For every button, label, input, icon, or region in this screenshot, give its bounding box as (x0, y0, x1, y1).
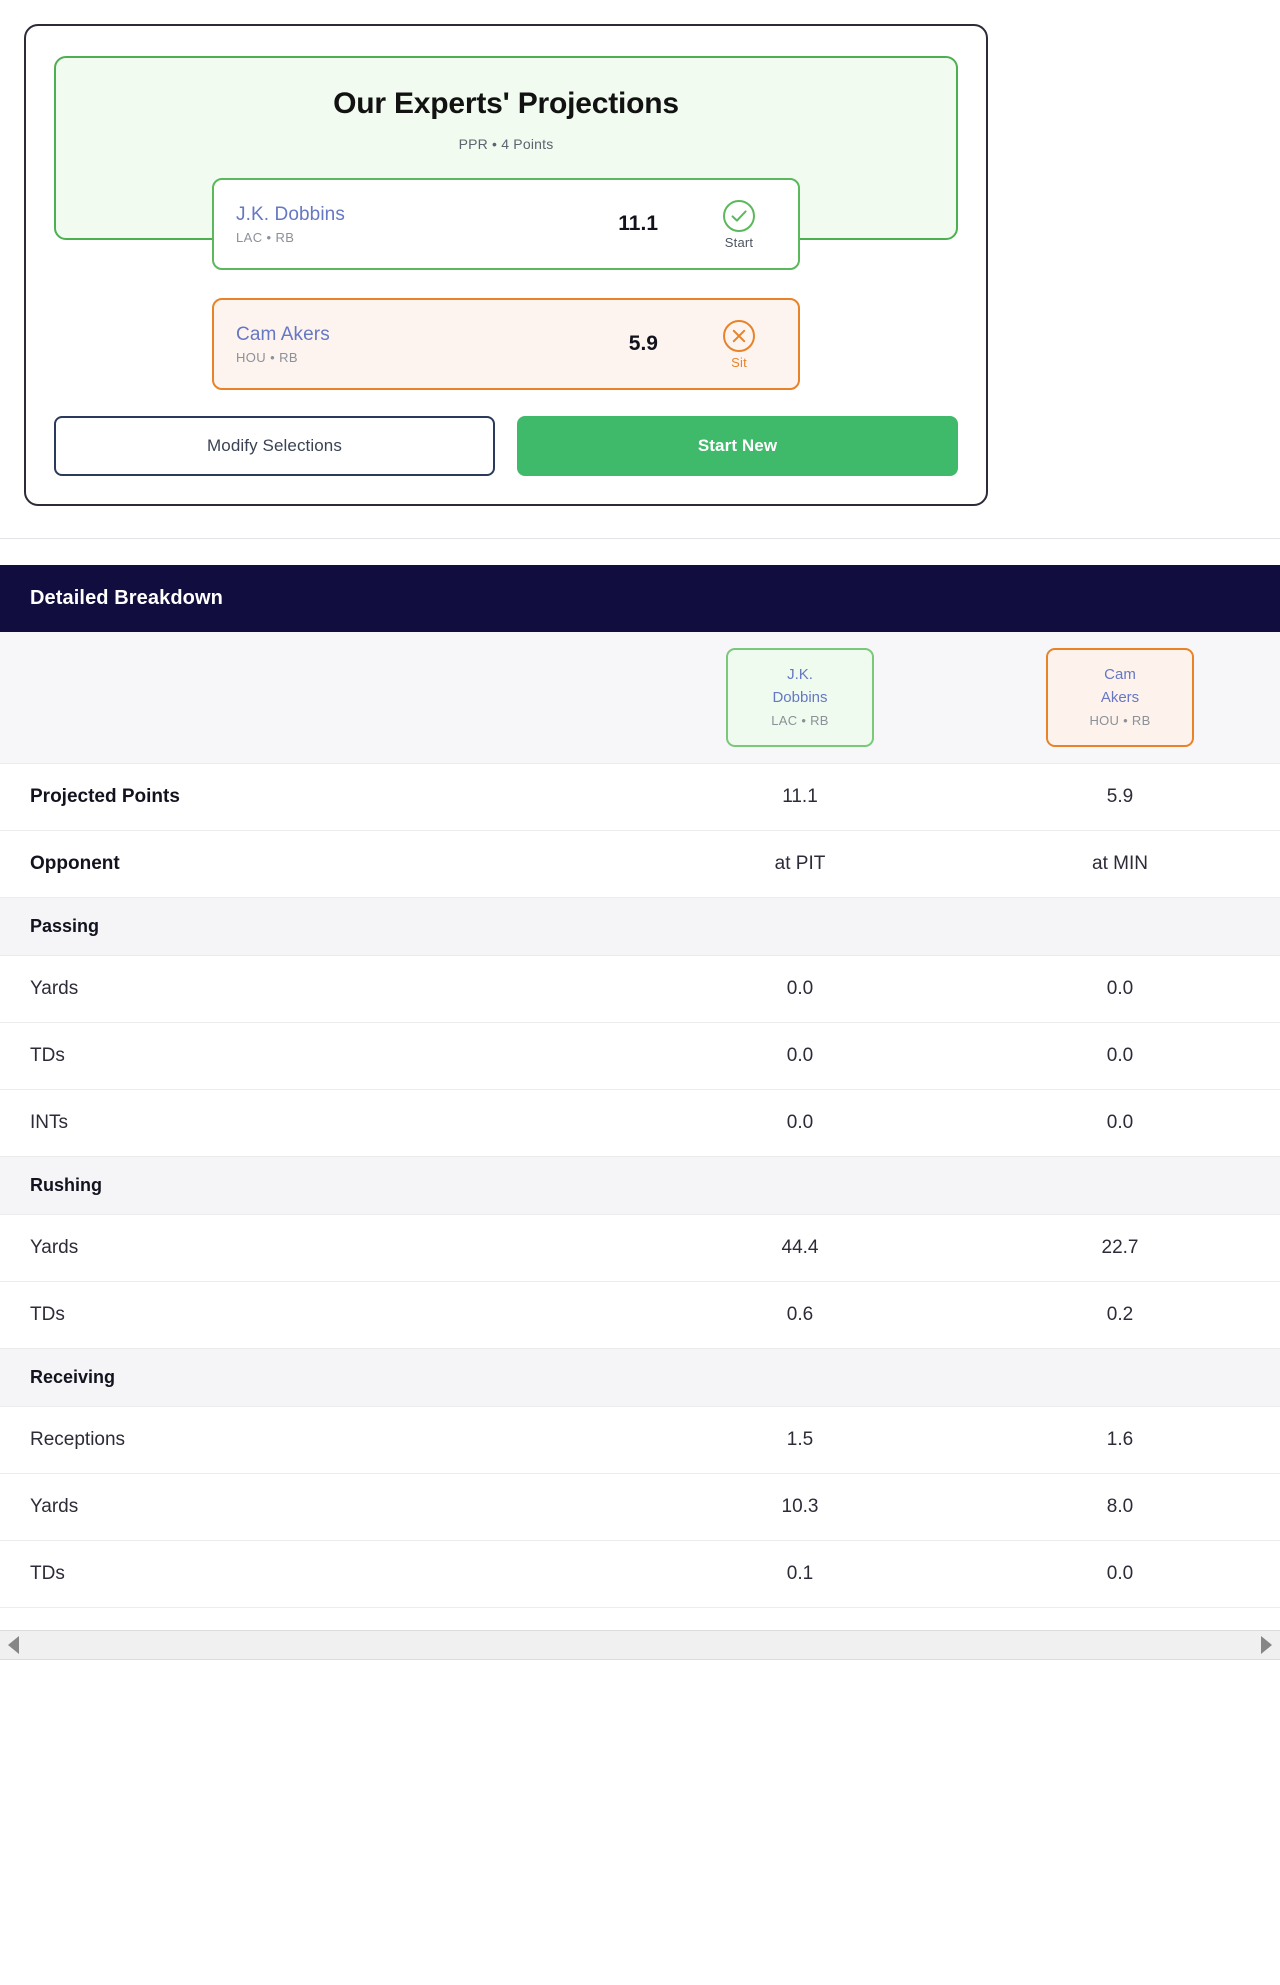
player-column-chip[interactable]: J.K.DobbinsLAC • RB (726, 648, 874, 747)
triangle-right-icon[interactable] (1261, 1636, 1272, 1654)
breakdown-stat-row: Yards0.00.0 (0, 955, 1280, 1022)
stat-value: 0.0 (960, 955, 1280, 1022)
breakdown-stat-row: TDs0.00.0 (0, 1022, 1280, 1089)
spacer (0, 506, 1280, 538)
chip-name-line: Akers (1054, 687, 1186, 710)
chip-team-position: HOU • RB (1054, 711, 1186, 731)
stat-value: 1.5 (640, 1406, 960, 1473)
stat-label: Opponent (0, 830, 640, 897)
spacer (0, 539, 1280, 565)
verdict-label: Start (702, 235, 776, 250)
player-name: Cam Akers (236, 323, 629, 347)
chip-team-position: LAC • RB (734, 711, 866, 731)
breakdown-stat-row: Yards10.38.0 (0, 1473, 1280, 1540)
breakdown-section-label: Receiving (0, 1348, 1280, 1406)
modify-selections-button[interactable]: Modify Selections (54, 416, 495, 476)
breakdown-table: J.K.DobbinsLAC • RB CamAkersHOU • RB Proje… (0, 632, 1280, 1608)
stat-value: at PIT (640, 830, 960, 897)
stat-value: 0.6 (640, 1281, 960, 1348)
player-info: Cam Akers HOU • RB (236, 323, 629, 366)
stat-label: TDs (0, 1540, 640, 1607)
stat-value: 0.0 (640, 955, 960, 1022)
stat-value: 0.1 (640, 1540, 960, 1607)
stat-value: 0.0 (960, 1022, 1280, 1089)
breakdown-table-body: J.K.DobbinsLAC • RB CamAkersHOU • RB Proje… (0, 632, 1280, 1607)
player-team-position: HOU • RB (236, 350, 629, 365)
breakdown-stat-row: INTs0.00.0 (0, 1089, 1280, 1156)
breakdown-stat-row: TDs0.10.0 (0, 1540, 1280, 1607)
player-projected-score: 5.9 (629, 332, 658, 356)
stat-label: Yards (0, 1214, 640, 1281)
breakdown-column-header: J.K.DobbinsLAC • RB (640, 632, 960, 763)
breakdown-column-header-row: J.K.DobbinsLAC • RB CamAkersHOU • RB (0, 632, 1280, 763)
stat-label: Yards (0, 1473, 640, 1540)
player-card-sit[interactable]: Cam Akers HOU • RB 5.9 Sit (212, 298, 800, 390)
stat-value: at MIN (960, 830, 1280, 897)
stat-value: 5.9 (960, 763, 1280, 830)
player-column-chip[interactable]: CamAkersHOU • RB (1046, 648, 1194, 747)
triangle-left-icon[interactable] (8, 1636, 19, 1654)
stat-value: 8.0 (960, 1473, 1280, 1540)
stat-value: 10.3 (640, 1473, 960, 1540)
player-card-start[interactable]: J.K. Dobbins LAC • RB 11.1 Start (212, 178, 800, 270)
breakdown-stat-row: TDs0.60.2 (0, 1281, 1280, 1348)
stat-label: Yards (0, 955, 640, 1022)
verdict-badge-start: Start (702, 199, 776, 250)
result-panel: Our Experts' Projections PPR • 4 Points … (24, 24, 988, 506)
check-circle-icon (722, 199, 756, 233)
detailed-breakdown-section: Detailed Breakdown J.K.DobbinsLAC • RB Ca… (0, 565, 1280, 1660)
start-sit-results-page: Our Experts' Projections PPR • 4 Points … (0, 0, 1280, 1985)
player-info: J.K. Dobbins LAC • RB (236, 203, 618, 246)
x-circle-icon (722, 319, 756, 353)
result-panel-wrapper: Our Experts' Projections PPR • 4 Points … (0, 0, 1280, 506)
player-team-position: LAC • RB (236, 230, 618, 245)
verdict-label: Sit (702, 355, 776, 370)
chip-name-line: J.K. (734, 664, 866, 687)
chip-name-line: Dobbins (734, 687, 866, 710)
breakdown-stat-row: Projected Points11.15.9 (0, 763, 1280, 830)
breakdown-header-title: Detailed Breakdown (0, 565, 1280, 632)
stat-value: 0.0 (960, 1089, 1280, 1156)
player-name: J.K. Dobbins (236, 203, 618, 227)
stat-value: 1.6 (960, 1406, 1280, 1473)
stat-label: TDs (0, 1022, 640, 1089)
verdict-badge-sit: Sit (702, 319, 776, 370)
breakdown-section-label: Passing (0, 897, 1280, 955)
stat-value: 0.2 (960, 1281, 1280, 1348)
breakdown-section-row: Passing (0, 897, 1280, 955)
start-new-button[interactable]: Start New (517, 416, 958, 476)
stat-value: 22.7 (960, 1214, 1280, 1281)
stat-value: 0.0 (960, 1540, 1280, 1607)
chip-name-line: Cam (1054, 664, 1186, 687)
breakdown-column-header: CamAkersHOU • RB (960, 632, 1280, 763)
breakdown-section-row: Receiving (0, 1348, 1280, 1406)
breakdown-section-row: Rushing (0, 1156, 1280, 1214)
player-verdict-list: J.K. Dobbins LAC • RB 11.1 Start (26, 178, 986, 390)
breakdown-stat-row: Receptions1.51.6 (0, 1406, 1280, 1473)
breakdown-stat-row: Yards44.422.7 (0, 1214, 1280, 1281)
stat-label: INTs (0, 1089, 640, 1156)
projections-title: Our Experts' Projections (76, 86, 936, 122)
stat-label: Receptions (0, 1406, 640, 1473)
breakdown-stat-row: Opponentat PITat MIN (0, 830, 1280, 897)
stat-value: 0.0 (640, 1089, 960, 1156)
breakdown-corner-cell (0, 632, 640, 763)
stat-value: 0.0 (640, 1022, 960, 1089)
stat-value: 44.4 (640, 1214, 960, 1281)
stat-value: 11.1 (640, 763, 960, 830)
projections-subtitle: PPR • 4 Points (76, 136, 936, 152)
horizontal-scrollbar[interactable] (0, 1630, 1280, 1660)
result-actions: Modify Selections Start New (54, 416, 958, 476)
breakdown-section-label: Rushing (0, 1156, 1280, 1214)
stat-label: TDs (0, 1281, 640, 1348)
player-projected-score: 11.1 (618, 212, 658, 236)
stat-label: Projected Points (0, 763, 640, 830)
